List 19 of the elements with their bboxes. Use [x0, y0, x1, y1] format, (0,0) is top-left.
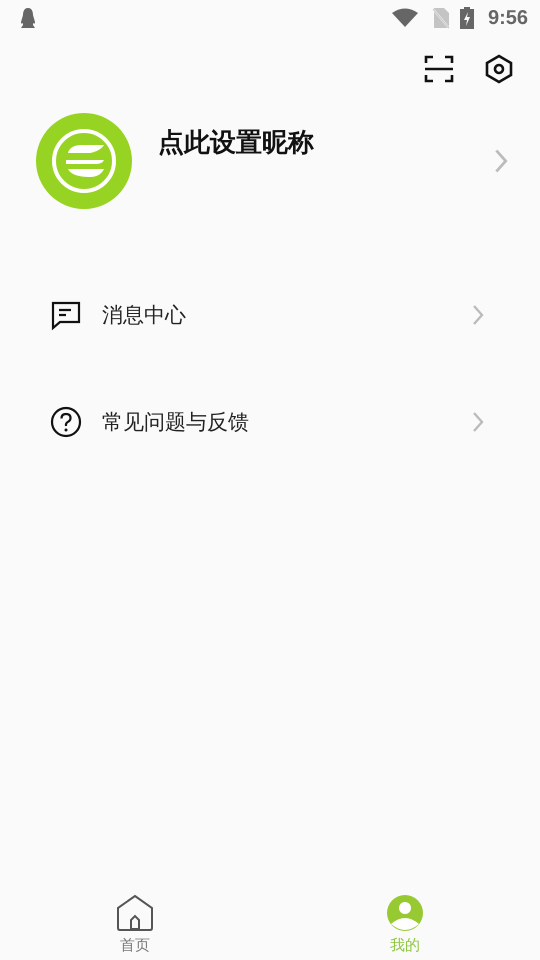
menu-item[interactable]: 常见问题与反馈	[50, 368, 484, 475]
battery-icon	[460, 7, 474, 29]
menu-item[interactable]: 消息中心	[50, 261, 484, 368]
status-time: 9:56	[488, 6, 528, 30]
nav-tab[interactable]: 首页	[0, 882, 270, 960]
menu-label: 消息中心	[102, 302, 186, 328]
avatar-logo-icon	[36, 113, 132, 209]
settings-icon[interactable]	[484, 54, 514, 84]
menu-label: 常见问题与反馈	[102, 408, 249, 436]
scan-icon[interactable]	[424, 54, 454, 84]
profile-icon	[386, 894, 424, 932]
help-icon	[50, 406, 82, 438]
penguin-icon	[18, 7, 38, 29]
nickname[interactable]: 点此设置昵称	[158, 125, 314, 160]
chevron-right-icon	[472, 304, 484, 326]
wifi-icon	[392, 8, 418, 28]
no-sim-icon	[432, 7, 450, 29]
chevron-right-icon	[472, 410, 484, 432]
home-icon	[116, 894, 154, 932]
